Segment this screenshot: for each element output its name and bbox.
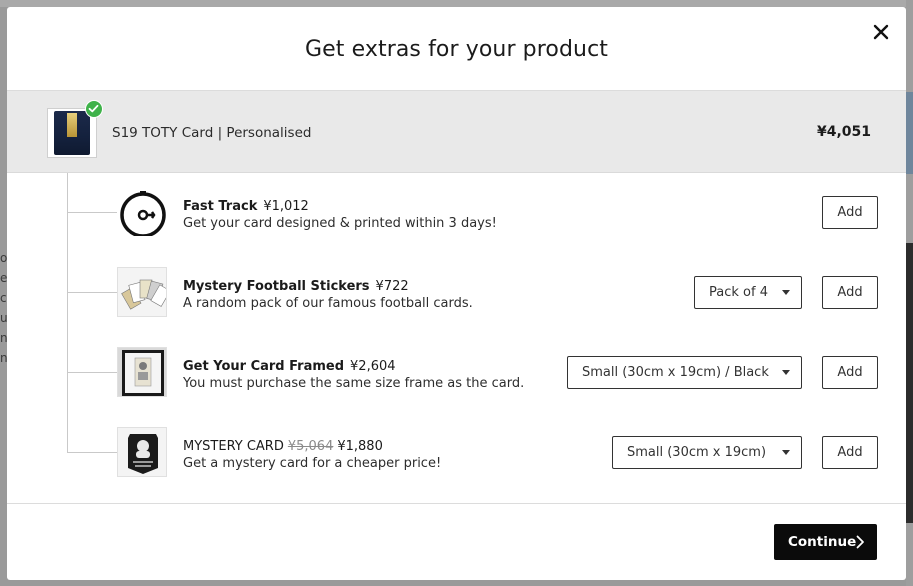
check-circle-icon [85, 100, 103, 118]
modal-title: Get extras for your product [305, 37, 608, 62]
backdrop-right-blue-panel [906, 92, 913, 174]
extras-modal: Get extras for your product S19 TOTY Car… [7, 7, 906, 580]
card-size-select[interactable]: Small (30cm x 19cm) [612, 436, 802, 469]
frame-size-select[interactable]: Small (30cm x 19cm) / Black [567, 356, 802, 389]
extra-old-price: ¥5,064 [287, 439, 334, 454]
selected-product-row: S19 TOTY Card | Personalised ¥4,051 [7, 91, 906, 173]
extra-description: You must purchase the same size frame as… [183, 376, 525, 391]
extra-price: ¥1,012 [263, 199, 309, 214]
extra-row-stickers: Mystery Football Stickers ¥722 A random p… [7, 264, 906, 320]
extra-title: Mystery Football Stickers [183, 279, 370, 294]
stopwatch-icon [117, 187, 167, 237]
mystery-card-icon [117, 427, 167, 477]
extra-title: MYSTERY CARD [183, 439, 284, 454]
extra-text: Get Your Card Framed ¥2,604 You must purc… [183, 358, 524, 392]
continue-label: Continue [788, 534, 857, 550]
close-icon [873, 24, 889, 40]
extra-row-fast-track: Fast Track ¥1,012 Get your card designed … [7, 184, 906, 240]
select-value: Small (30cm x 19cm) [627, 445, 767, 460]
extra-title: Fast Track [183, 199, 258, 214]
select-value: Pack of 4 [709, 285, 768, 300]
footer-divider [7, 503, 906, 504]
close-button[interactable] [872, 23, 890, 41]
extra-price: ¥2,604 [350, 359, 396, 374]
extra-text: MYSTERY CARD ¥5,064 ¥1,880 Get a mystery c… [183, 438, 441, 472]
extra-description: A random pack of our famous football car… [183, 296, 473, 311]
extra-description: Get a mystery card for a cheaper price! [183, 456, 442, 471]
add-fast-track-button[interactable]: Add [822, 196, 878, 229]
product-name: S19 TOTY Card | Personalised [112, 125, 312, 141]
framed-card-icon [117, 347, 167, 397]
extra-row-frame: Get Your Card Framed ¥2,604 You must purc… [7, 344, 906, 400]
sticker-pack-icon [117, 267, 167, 317]
caret-down-icon [782, 370, 790, 375]
extra-price: ¥1,880 [337, 439, 383, 454]
toty-card-image [54, 111, 90, 155]
add-stickers-button[interactable]: Add [822, 276, 878, 309]
pack-size-select[interactable]: Pack of 4 [694, 276, 802, 309]
continue-button[interactable]: Continue [774, 524, 877, 560]
add-mystery-card-button[interactable]: Add [822, 436, 878, 469]
backdrop-top-strip [0, 0, 913, 7]
extra-row-mystery-card: MYSTERY CARD ¥5,064 ¥1,880 Get a mystery c… [7, 424, 906, 480]
extra-price: ¥722 [375, 279, 409, 294]
caret-down-icon [782, 450, 790, 455]
extra-description: Get your card designed & printed within … [183, 216, 497, 231]
modal-header: Get extras for your product [7, 7, 906, 91]
extra-text: Fast Track ¥1,012 Get your card designed … [183, 198, 497, 232]
add-frame-button[interactable]: Add [822, 356, 878, 389]
caret-down-icon [782, 290, 790, 295]
backdrop-right-dark-panel [906, 243, 913, 523]
chevron-right-icon [855, 535, 865, 549]
select-value: Small (30cm x 19cm) / Black [582, 365, 769, 380]
extra-text: Mystery Football Stickers ¥722 A random p… [183, 278, 473, 312]
extra-title: Get Your Card Framed [183, 359, 345, 374]
product-price: ¥4,051 [816, 124, 871, 140]
